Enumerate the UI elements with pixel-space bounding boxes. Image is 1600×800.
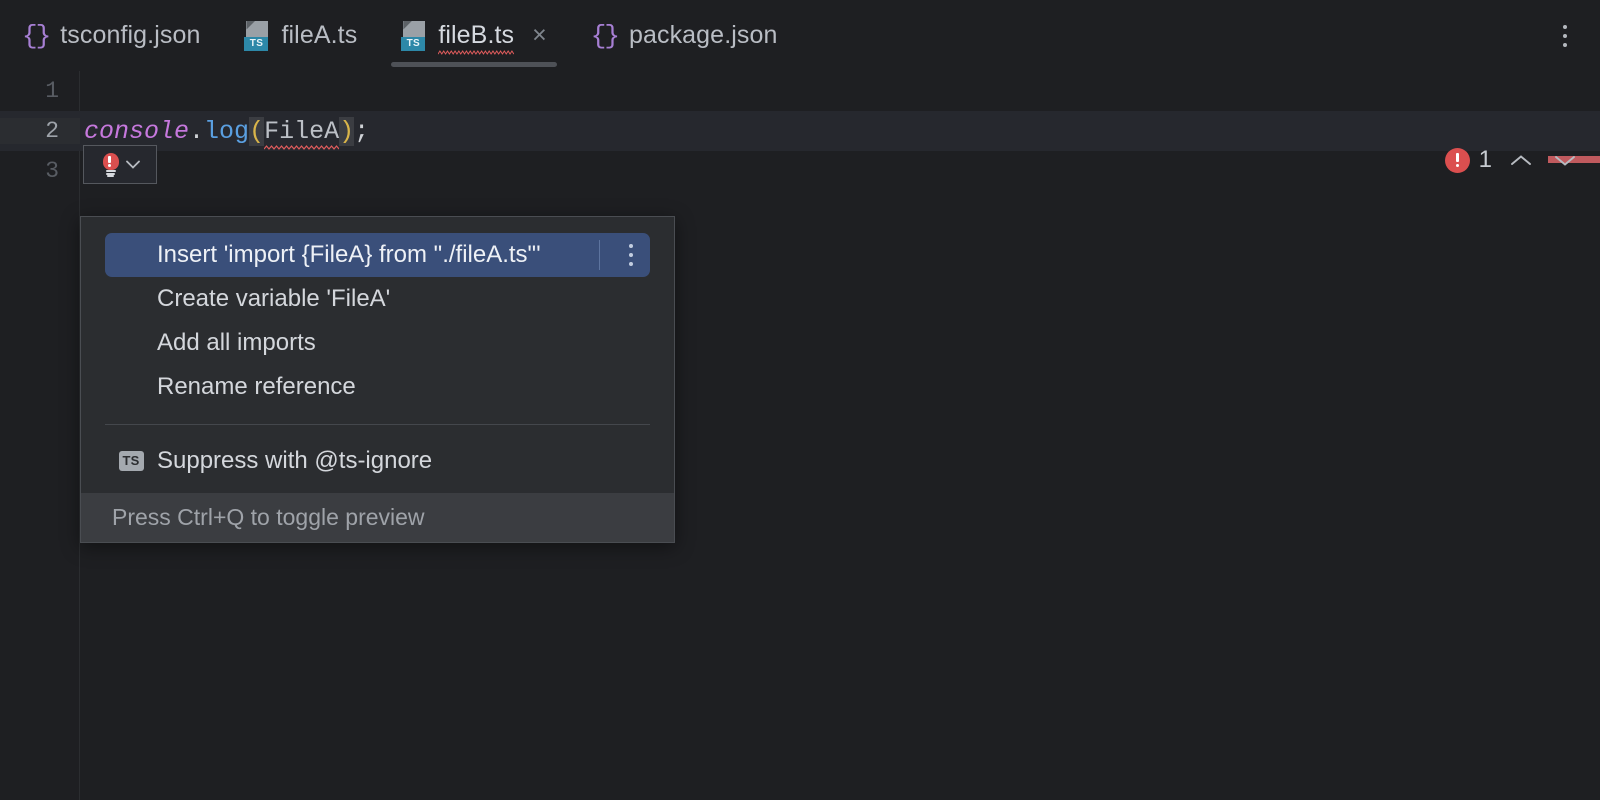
editor-tab-bar: {} tsconfig.json TS fileA.ts TS fileB.ts… <box>0 0 1600 71</box>
submenu-more-icon[interactable] <box>618 244 644 266</box>
intention-item-label: Add all imports <box>157 329 316 356</box>
intention-item-label: Insert 'import {FileA} from "./fileA.ts"… <box>157 241 541 268</box>
tab-label-wrap: fileB.ts <box>438 21 515 55</box>
json-braces-icon: {} <box>590 20 620 51</box>
error-lightbulb-icon <box>101 152 121 177</box>
chevron-down-icon <box>125 160 140 169</box>
ide-window: {} tsconfig.json TS fileA.ts TS fileB.ts… <box>0 0 1600 800</box>
tab-fileb-ts[interactable]: TS fileB.ts × <box>379 0 568 71</box>
token-console: console <box>84 116 190 146</box>
error-count: 1 <box>1478 146 1492 173</box>
editor-line-3: 3 <box>0 151 1600 191</box>
quick-fix-lightbulb-button[interactable] <box>83 145 157 184</box>
tab-label: fileA.ts <box>281 21 358 49</box>
line-content: console.log(FileA ); <box>80 116 370 150</box>
tab-label: tsconfig.json <box>60 21 201 49</box>
typescript-file-icon: TS <box>244 20 270 51</box>
next-problem-icon[interactable] <box>1550 145 1580 175</box>
submenu-divider <box>599 240 600 270</box>
token-paren-close: ) <box>339 116 355 146</box>
previous-problem-icon[interactable] <box>1506 145 1536 175</box>
line-number: 1 <box>45 78 59 104</box>
popup-divider <box>105 424 650 425</box>
typescript-file-icon: TS <box>401 20 427 51</box>
intention-item-create-variable[interactable]: Create variable 'FileA' <box>105 277 650 321</box>
intention-actions-list: Insert 'import {FileA} from "./fileA.ts"… <box>81 217 674 493</box>
tab-filea-ts[interactable]: TS fileA.ts <box>222 0 379 71</box>
popup-preview-hint: Press Ctrl+Q to toggle preview <box>81 493 674 542</box>
more-options-icon[interactable] <box>1552 18 1578 54</box>
tab-package-json[interactable]: {} package.json <box>569 0 800 71</box>
intention-item-suppress-ts-ignore[interactable]: TS Suppress with @ts-ignore <box>105 439 650 483</box>
tab-tsconfig-json[interactable]: {} tsconfig.json <box>0 0 222 71</box>
intention-item-label: Create variable 'FileA' <box>157 285 391 312</box>
intention-item-insert-import[interactable]: Insert 'import {FileA} from "./fileA.ts"… <box>105 233 650 277</box>
intention-item-label: Rename reference <box>157 373 356 400</box>
typescript-chip-icon: TS <box>105 451 157 471</box>
close-icon[interactable]: × <box>532 23 547 48</box>
error-squiggle-icon <box>438 50 515 55</box>
token-dot: . <box>189 116 205 146</box>
token-paren-open: ( <box>249 116 265 146</box>
tab-label: package.json <box>628 21 778 49</box>
error-squiggle-icon <box>264 144 340 150</box>
editor-line-2: 2 console.log(FileA ); <box>0 111 1600 151</box>
intention-item-label: Suppress with @ts-ignore <box>157 447 433 474</box>
intention-item-rename-reference[interactable]: Rename reference <box>105 365 650 409</box>
token-log: log <box>204 116 250 146</box>
token-filea: FileA <box>264 117 340 150</box>
intention-item-add-all-imports[interactable]: Add all imports <box>105 321 650 365</box>
token-semicolon: ; <box>354 116 370 146</box>
inspection-widget: 1 <box>1444 145 1580 175</box>
line-number: 2 <box>0 118 80 144</box>
intention-actions-popup: Insert 'import {FileA} from "./fileA.ts"… <box>80 216 675 543</box>
line-number: 3 <box>45 158 59 184</box>
error-count-badge[interactable]: 1 <box>1444 146 1492 174</box>
json-braces-icon: {} <box>22 20 51 51</box>
tab-label: fileB.ts <box>438 21 515 49</box>
active-tab-indicator <box>391 62 557 67</box>
error-badge-icon <box>1444 147 1470 173</box>
code-editor[interactable]: 1 2 console.log(FileA ); 3 1 Insert 'imp… <box>0 71 1600 800</box>
editor-line-1: 1 <box>0 71 1600 111</box>
